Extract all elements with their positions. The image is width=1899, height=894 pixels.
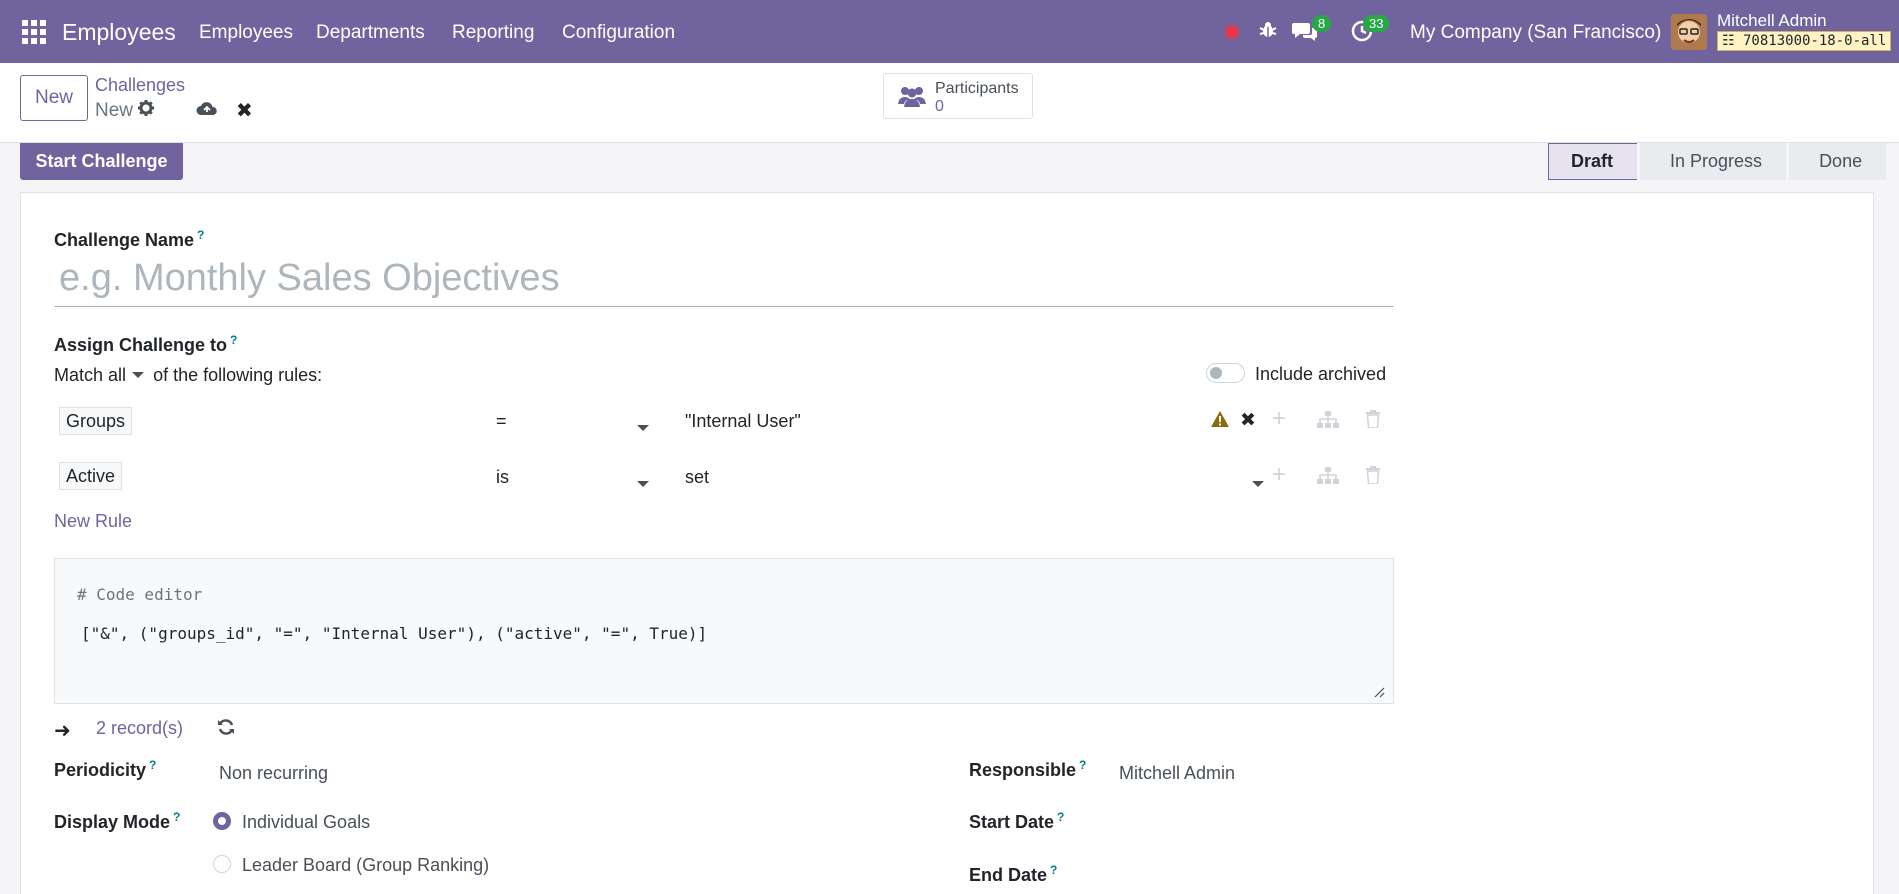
database-icon: ☷ — [1722, 33, 1735, 49]
new-rule-link[interactable]: New Rule — [54, 511, 132, 532]
database-name: 70813000-18-0-all — [1743, 33, 1887, 49]
control-panel: New Challenges New ✖ Participants 0 — [0, 63, 1899, 143]
top-navbar: Employees Employees Departments Reportin… — [0, 0, 1899, 63]
caret-down-icon[interactable] — [1252, 473, 1264, 493]
branch-sitemap-icon[interactable] — [1317, 467, 1339, 490]
stage-done[interactable]: Done — [1789, 143, 1887, 180]
delete-x-icon[interactable]: ✖ — [1240, 409, 1256, 432]
users-icon — [896, 84, 928, 113]
code-editor[interactable]: # Code editor ["&", ("groups_id", "=", "… — [54, 558, 1394, 704]
save-cloud-icon[interactable] — [196, 99, 218, 122]
rule-field-active[interactable]: Active — [59, 462, 123, 490]
assign-challenge-label: Assign Challenge to? — [54, 333, 238, 355]
caret-down-icon[interactable] — [637, 417, 649, 437]
start-date-label: Start Date? — [969, 810, 1065, 832]
records-count-link[interactable]: 2 record(s) — [96, 718, 183, 739]
rule-operator[interactable]: is — [496, 467, 509, 488]
trash-icon[interactable] — [1365, 466, 1381, 489]
trash-icon[interactable] — [1365, 410, 1381, 433]
record-name: New — [95, 99, 155, 123]
caret-down-icon — [132, 372, 145, 379]
new-button[interactable]: New — [20, 75, 88, 121]
include-archived-label: Include archived — [1255, 364, 1387, 384]
responsible-label: Responsible? — [969, 758, 1087, 780]
include-archived-toggle[interactable] — [1206, 363, 1245, 383]
challenge-name-label: Challenge Name? — [54, 228, 205, 250]
code-comment: # Code editor — [77, 585, 203, 604]
periodicity-field[interactable]: Non recurring — [219, 763, 328, 784]
help-icon[interactable]: ? — [1057, 810, 1064, 824]
match-rule-text: Match all of the following rules: — [54, 365, 323, 385]
participants-count: 0 — [935, 98, 944, 115]
participants-button[interactable]: Participants 0 — [883, 73, 1033, 119]
rule-value[interactable]: "Internal User" — [685, 411, 801, 432]
add-plus-icon[interactable]: + — [1272, 405, 1286, 433]
apps-menu-icon[interactable] — [22, 20, 46, 44]
rule-value[interactable]: set — [685, 467, 709, 488]
menu-configuration[interactable]: Configuration — [562, 22, 675, 44]
refresh-icon[interactable] — [216, 717, 236, 742]
periodicity-label: Periodicity? — [54, 758, 157, 780]
radio-label-leaderboard[interactable]: Leader Board (Group Ranking) — [242, 855, 489, 876]
resize-grip-icon[interactable] — [1373, 683, 1385, 698]
record-dot-icon[interactable] — [1225, 25, 1239, 39]
discard-close-icon[interactable]: ✖ — [236, 98, 253, 123]
help-icon[interactable]: ? — [230, 333, 237, 347]
help-icon[interactable]: ? — [1079, 758, 1086, 772]
activity-badge: 33 — [1363, 15, 1390, 32]
breadcrumb-challenges[interactable]: Challenges — [95, 75, 185, 96]
gear-icon[interactable] — [137, 99, 155, 123]
challenge-name-input[interactable]: e.g. Monthly Sales Objectives — [54, 257, 1394, 307]
help-icon[interactable]: ? — [1050, 863, 1057, 877]
caret-down-icon[interactable] — [637, 473, 649, 493]
match-select[interactable]: all — [108, 365, 148, 385]
database-tag: ☷ 70813000-18-0-all — [1717, 31, 1892, 51]
company-switcher[interactable]: My Company (San Francisco) — [1410, 22, 1661, 44]
warning-icon — [1210, 410, 1230, 433]
help-icon[interactable]: ? — [173, 810, 180, 824]
help-icon[interactable]: ? — [149, 758, 156, 772]
radio-individual-goals[interactable] — [213, 812, 231, 830]
responsible-field[interactable]: Mitchell Admin — [1119, 763, 1235, 784]
app-brand[interactable]: Employees — [62, 19, 176, 46]
start-challenge-button[interactable]: Start Challenge — [20, 143, 183, 180]
radio-label-individual[interactable]: Individual Goals — [242, 812, 370, 833]
arrow-right-icon: ➜ — [54, 720, 71, 742]
end-date-label: End Date? — [969, 863, 1058, 885]
rule-operator[interactable]: = — [496, 411, 507, 432]
branch-sitemap-icon[interactable] — [1317, 411, 1339, 434]
participants-label: Participants — [935, 80, 1019, 97]
help-icon[interactable]: ? — [197, 228, 204, 242]
code-domain[interactable]: ["&", ("groups_id", "=", "Internal User"… — [81, 624, 707, 643]
stage-draft[interactable]: Draft — [1548, 143, 1638, 180]
add-plus-icon[interactable]: + — [1272, 461, 1286, 489]
stage-bar: Draft In Progress Done — [1548, 143, 1889, 180]
menu-employees[interactable]: Employees — [199, 22, 293, 44]
user-name[interactable]: Mitchell Admin — [1717, 11, 1827, 31]
debug-bug-icon[interactable] — [1258, 20, 1278, 46]
record-title: New — [95, 100, 134, 121]
radio-leader-board[interactable] — [213, 855, 231, 873]
user-avatar[interactable] — [1671, 14, 1707, 50]
display-mode-label: Display Mode? — [54, 810, 181, 832]
menu-reporting[interactable]: Reporting — [452, 22, 534, 44]
stage-in-progress[interactable]: In Progress — [1640, 143, 1787, 180]
menu-departments[interactable]: Departments — [316, 22, 425, 44]
chat-badge: 8 — [1312, 15, 1332, 32]
rule-field-groups[interactable]: Groups — [59, 407, 133, 435]
